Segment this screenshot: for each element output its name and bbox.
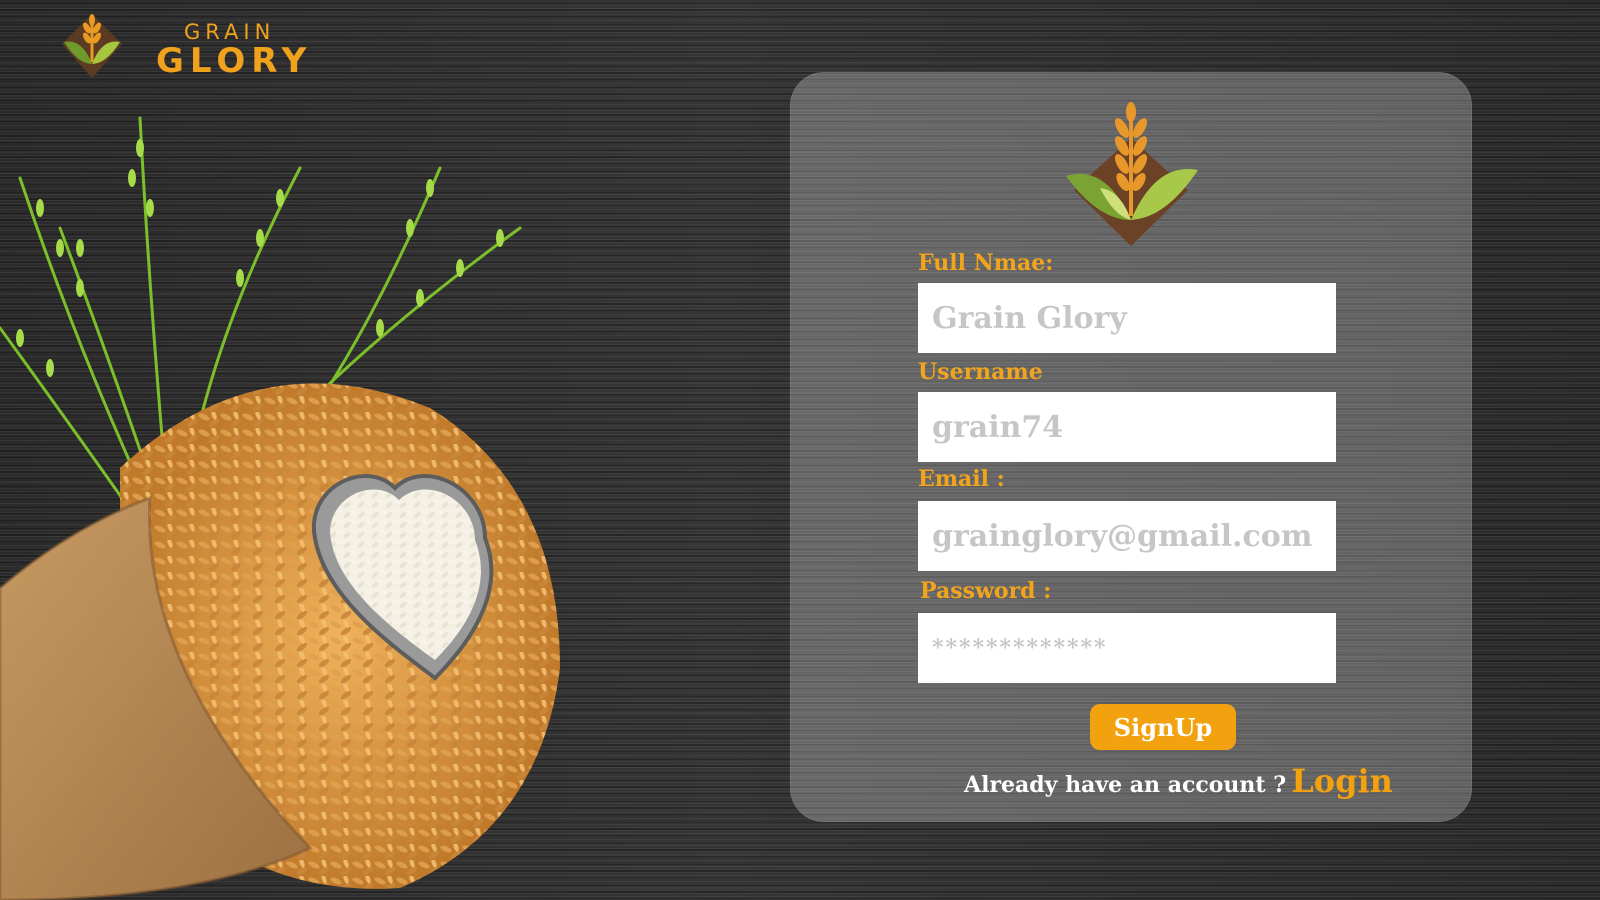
brand-name: GRAIN GLORY [156, 20, 312, 78]
username-input[interactable] [918, 392, 1336, 462]
username-label: Username [918, 359, 1043, 385]
login-row: Already have an account ? Login [964, 762, 1393, 800]
password-input[interactable] [918, 613, 1336, 683]
signup-card: Full Nmae: Username Email : Password : S… [790, 72, 1472, 822]
wheat-emblem-icon [1066, 102, 1198, 246]
brand-name-line2: GLORY [156, 41, 313, 81]
full-name-label: Full Nmae: [918, 250, 1054, 276]
password-label: Password : [920, 578, 1052, 604]
email-input[interactable] [918, 501, 1336, 571]
full-name-input[interactable] [918, 283, 1336, 353]
login-prompt: Already have an account ? [964, 772, 1287, 798]
wheat-logo-icon [62, 14, 122, 78]
rice-sack-illustration [0, 116, 560, 900]
brand-logo: GRAIN GLORY [56, 6, 336, 82]
login-link[interactable]: Login [1291, 762, 1393, 800]
email-label: Email : [918, 466, 1005, 492]
signup-button[interactable]: SignUp [1090, 704, 1236, 750]
